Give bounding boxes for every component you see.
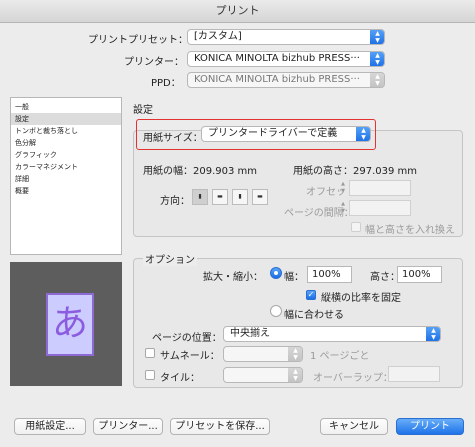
save-preset-button[interactable]: プリセットを保存... xyxy=(170,418,270,435)
preview-glyph: あ xyxy=(51,303,88,344)
keep-ratio-label: 縦横の比率を固定 xyxy=(321,293,401,304)
swap-size-label: 幅と高さを入れ換え xyxy=(365,225,455,236)
preview-page: あ xyxy=(46,293,94,356)
keep-ratio-checkbox[interactable]: ✓ xyxy=(306,290,316,300)
chevron-updown-icon: ▲ ▼ xyxy=(426,327,440,341)
sidebar-item-graphics[interactable]: グラフィック xyxy=(11,149,121,161)
print-preview: あ xyxy=(10,262,122,386)
sidebar: 一般 設定 トンボと裁ち落とし 色分解 グラフィック カラーマネジメント 詳細 … xyxy=(10,97,122,255)
thumbnail-select[interactable]: ▲ ▼ xyxy=(223,346,303,362)
fit-width-label: 幅に合わせる xyxy=(284,310,344,321)
chevron-updown-icon: ▲ ▼ xyxy=(370,73,384,87)
scale-height-field[interactable]: 100% xyxy=(397,266,442,283)
settings-section-title: 設定 xyxy=(133,105,153,116)
chevron-updown-icon: ▲ ▼ xyxy=(370,30,384,44)
orientation-label: 方向： xyxy=(160,196,190,207)
page-gap-field[interactable] xyxy=(349,200,411,216)
offset-stepper-icon[interactable]: ▲ ▼ xyxy=(339,181,347,197)
sidebar-item-summary[interactable]: 概要 xyxy=(11,185,121,197)
paper-width-readout: 用紙の幅：209.903 mm xyxy=(143,166,258,177)
printer-label: プリンター： xyxy=(124,57,184,68)
chevron-updown-icon: ▲ ▼ xyxy=(288,368,302,382)
page-setup-button[interactable]: 用紙設定... xyxy=(14,418,86,435)
options-title: オプション xyxy=(143,251,197,266)
paper-height-readout: 用紙の高さ：297.039 mm xyxy=(293,166,418,177)
swap-size-checkbox[interactable] xyxy=(351,222,361,232)
scale-height-label: 高さ： xyxy=(370,272,400,283)
thumbnail-label: サムネール： xyxy=(160,351,220,362)
page-position-select[interactable]: 中央揃え ▲ ▼ xyxy=(223,326,441,342)
chevron-updown-icon: ▲ ▼ xyxy=(288,347,302,361)
orientation-portrait-icon[interactable]: ▮ xyxy=(192,189,208,205)
preset-label: プリントプリセット： xyxy=(88,35,188,46)
sidebar-item-separations[interactable]: 色分解 xyxy=(11,137,121,149)
scale-width-radio[interactable] xyxy=(270,267,282,279)
sidebar-item-marks-bleed[interactable]: トンボと裁ち落とし xyxy=(11,125,121,137)
orientation-reverse-portrait-icon[interactable]: ▮ xyxy=(232,189,248,205)
chevron-updown-icon: ▲ ▼ xyxy=(356,127,370,141)
ppd-value: KONICA MINOLTA bizhub PRESS··· xyxy=(194,74,360,85)
tile-label: タイル： xyxy=(160,373,200,384)
orientation-landscape-icon[interactable]: ▬ xyxy=(212,189,228,205)
page-gap-stepper-icon[interactable]: ▲ ▼ xyxy=(339,201,347,217)
window-title: プリント xyxy=(0,0,475,23)
print-button[interactable]: プリント xyxy=(396,418,464,435)
preset-value: [カスタム] xyxy=(194,31,242,42)
printer-value: KONICA MINOLTA bizhub PRESS··· xyxy=(194,53,360,64)
scale-width-field[interactable]: 100% xyxy=(307,266,352,283)
sidebar-item-settings[interactable]: 設定 xyxy=(11,113,121,125)
ppd-select[interactable]: KONICA MINOLTA bizhub PRESS··· ▲ ▼ xyxy=(187,72,385,88)
paper-size-select[interactable]: プリンタードライバーで定義 ▲ ▼ xyxy=(201,126,371,142)
printer-button[interactable]: プリンター... xyxy=(93,418,163,435)
thumbnail-checkbox[interactable] xyxy=(145,348,155,358)
preset-select[interactable]: [カスタム] ▲ ▼ xyxy=(187,29,385,45)
scale-width-label: 幅： xyxy=(284,272,304,283)
scale-label: 拡大・縮小： xyxy=(203,272,263,283)
tile-checkbox[interactable] xyxy=(145,370,155,380)
sidebar-item-advanced[interactable]: 詳細 xyxy=(11,173,121,185)
paper-size-value: プリンタードライバーで定義 xyxy=(208,128,338,139)
overlap-field[interactable] xyxy=(388,366,440,382)
overlap-label: オーバーラップ： xyxy=(313,373,393,384)
sidebar-item-general[interactable]: 一般 xyxy=(11,101,121,113)
page-position-value: 中央揃え xyxy=(230,328,270,339)
tile-select[interactable]: ▲ ▼ xyxy=(223,367,303,383)
orientation-reverse-landscape-icon[interactable]: ▬ xyxy=(252,189,268,205)
paper-size-label: 用紙サイズ： xyxy=(143,133,203,144)
printer-select[interactable]: KONICA MINOLTA bizhub PRESS··· ▲ ▼ xyxy=(187,51,385,67)
sidebar-item-color-management[interactable]: カラーマネジメント xyxy=(11,161,121,173)
offset-field[interactable] xyxy=(349,180,411,196)
chevron-updown-icon: ▲ ▼ xyxy=(370,52,384,66)
print-dialog: プリント プリントプリセット： [カスタム] ▲ ▼ プリンター： KONICA … xyxy=(0,0,475,447)
fit-width-radio[interactable] xyxy=(270,305,282,317)
ppd-label: PPD： xyxy=(151,78,181,89)
page-position-label: ページの位置： xyxy=(152,333,222,344)
cancel-button[interactable]: キャンセル xyxy=(320,418,388,435)
thumbnail-suffix: 1 ページごと xyxy=(310,351,370,362)
